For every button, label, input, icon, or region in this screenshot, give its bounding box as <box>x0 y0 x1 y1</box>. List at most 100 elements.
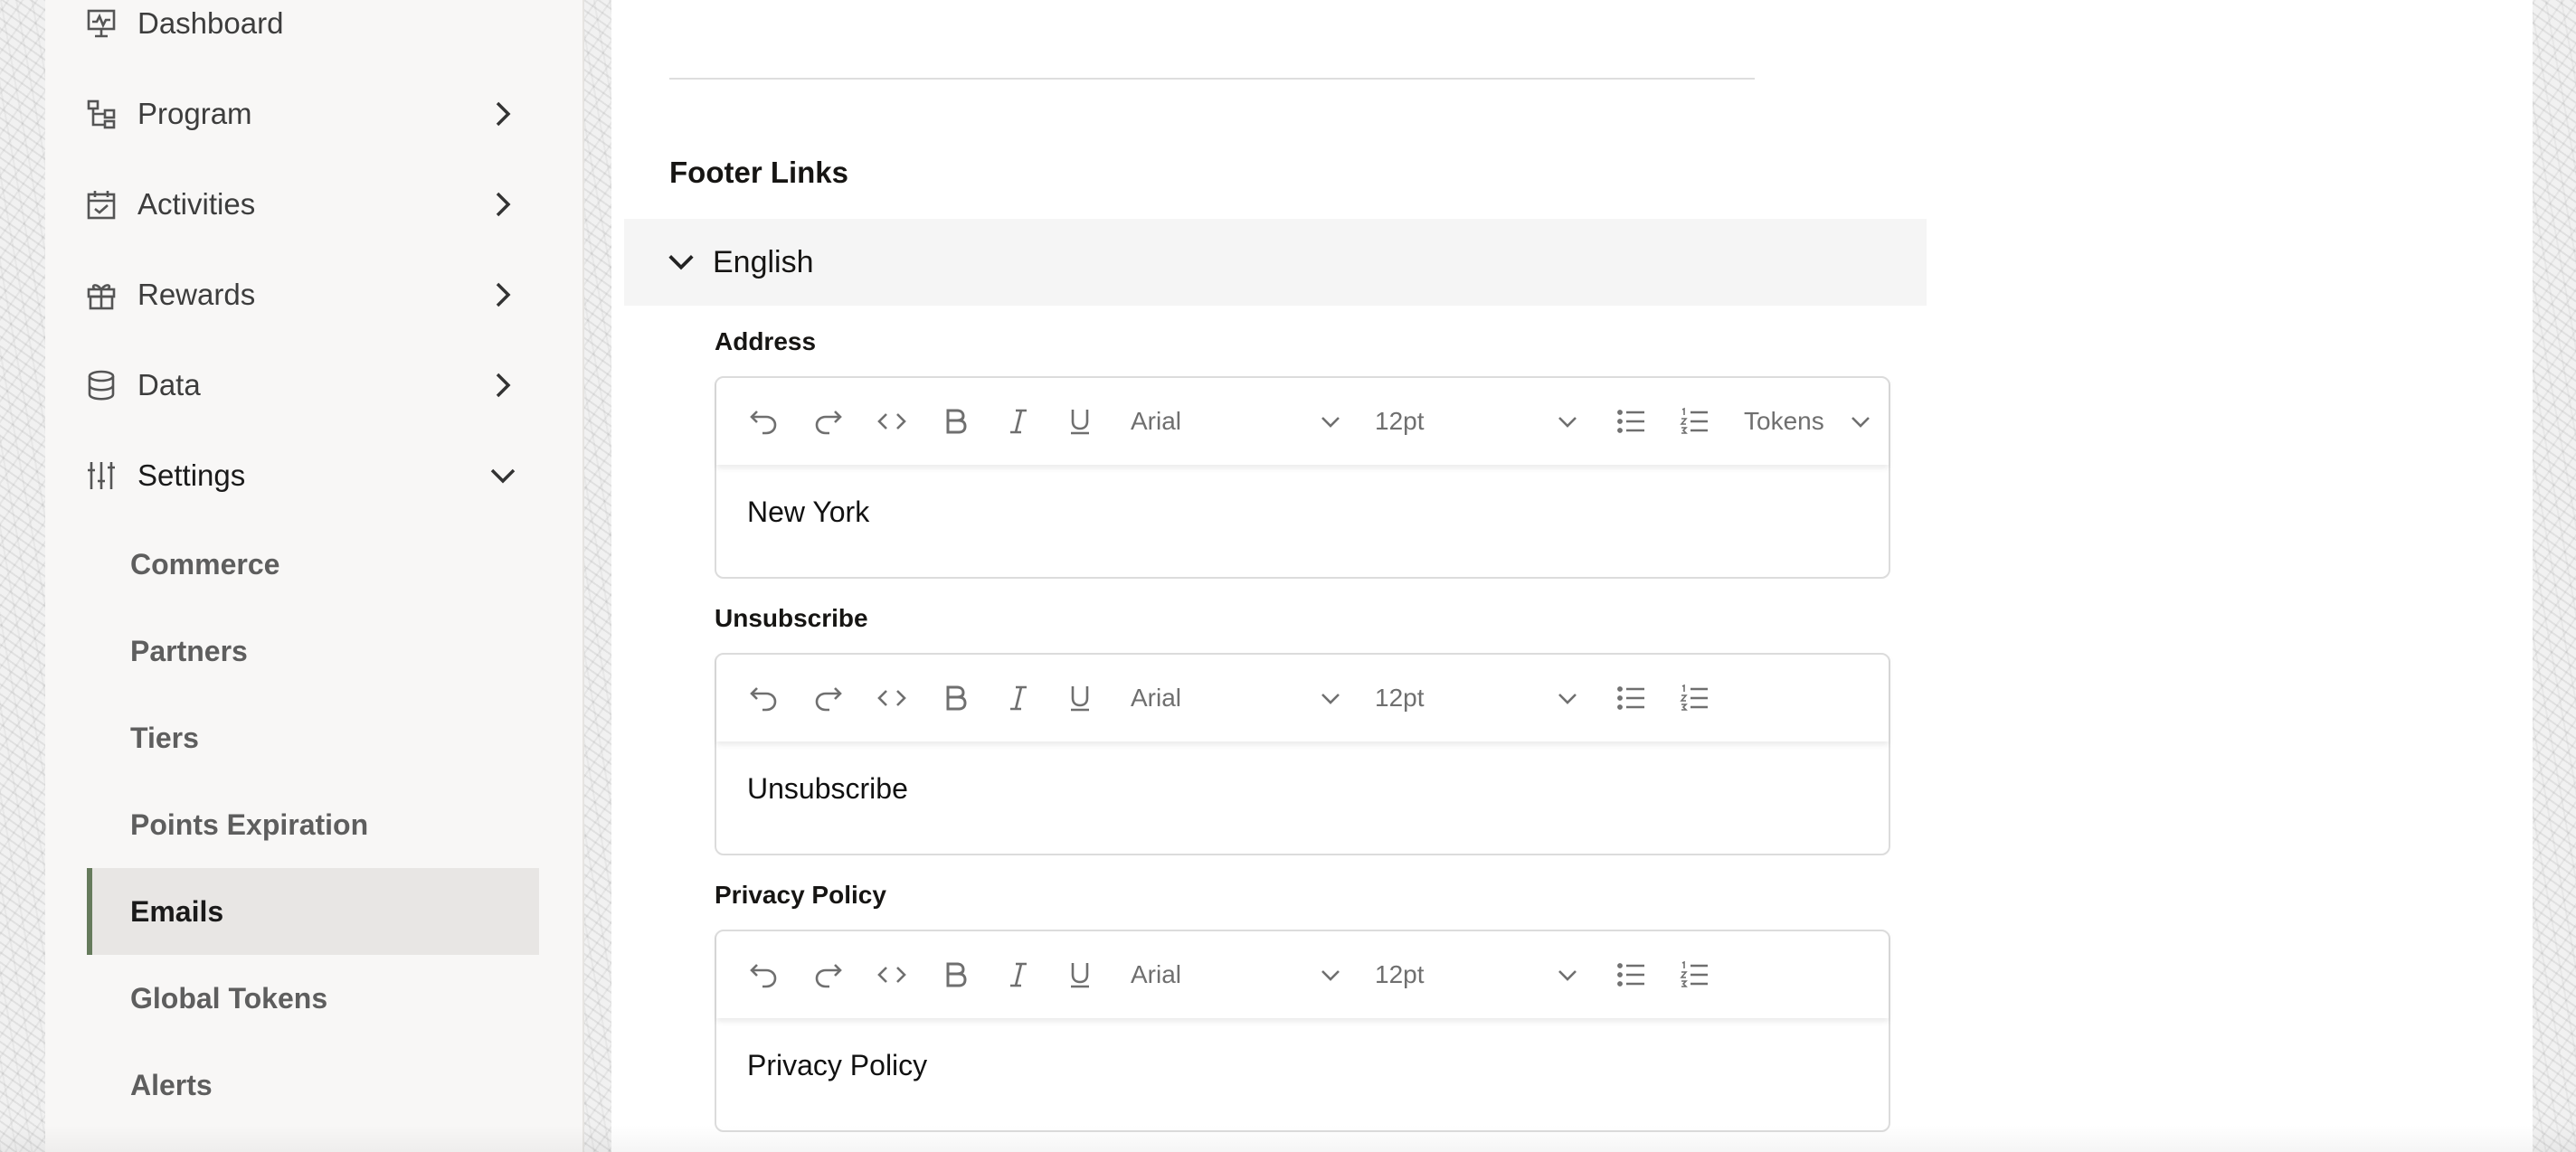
section-divider <box>669 78 1755 80</box>
sidebar-subitem-label: Commerce <box>130 547 280 581</box>
font-family-select[interactable]: Arial <box>1131 676 1348 720</box>
editor-content-address[interactable]: New York <box>747 496 869 529</box>
sidebar-item-label: Dashboard <box>137 6 284 40</box>
bullet-list-icon[interactable] <box>1615 958 1648 991</box>
chevron-right-icon <box>496 192 511 217</box>
redo-icon[interactable] <box>812 958 845 991</box>
sidebar-item-label: Rewards <box>137 278 256 311</box>
font-size-value: 12pt <box>1375 960 1425 988</box>
main-content: Footer Links English Address Arial 12pt <box>611 0 2533 1152</box>
rewards-icon <box>85 279 118 311</box>
chevron-right-icon <box>496 373 511 398</box>
sidebar-subitem-tiers[interactable]: Tiers <box>87 694 539 781</box>
sidebar-item-rewards[interactable]: Rewards <box>85 259 555 331</box>
sidebar-subitem-label: Tiers <box>130 721 199 754</box>
chevron-down-icon <box>1852 417 1870 428</box>
chevron-down-icon <box>1321 970 1340 981</box>
chevron-down-icon <box>1558 417 1577 428</box>
font-size-value: 12pt <box>1375 407 1425 435</box>
rich-text-editor-unsubscribe: Arial 12pt Unsubscribe <box>715 653 1890 855</box>
undo-icon[interactable] <box>747 682 780 714</box>
italic-icon[interactable] <box>1002 682 1035 714</box>
font-family-select[interactable]: Arial <box>1131 953 1348 996</box>
font-size-value: 12pt <box>1375 684 1425 712</box>
dashboard-icon <box>85 7 118 40</box>
bold-icon[interactable] <box>939 958 971 991</box>
sidebar-item-activities[interactable]: Activities <box>85 168 555 241</box>
editor-content-privacy-policy[interactable]: Privacy Policy <box>747 1049 927 1082</box>
section-title: Footer Links <box>669 156 849 189</box>
font-family-value: Arial <box>1131 960 1182 988</box>
bullet-list-icon[interactable] <box>1615 682 1648 714</box>
sidebar-item-label: Activities <box>137 187 256 221</box>
chevron-down-icon <box>490 468 516 484</box>
field-label-address: Address <box>715 327 817 355</box>
italic-icon[interactable] <box>1002 405 1035 438</box>
editor-toolbar: Arial 12pt <box>716 931 1889 1018</box>
underline-icon[interactable] <box>1064 958 1096 991</box>
sidebar-subitem-alerts[interactable]: Alerts <box>87 1042 539 1128</box>
code-icon[interactable] <box>876 405 908 438</box>
sidebar-subitem-label: Alerts <box>130 1068 213 1101</box>
redo-icon[interactable] <box>812 405 845 438</box>
field-label-privacy-policy: Privacy Policy <box>715 881 886 909</box>
sidebar-item-data[interactable]: Data <box>85 349 555 421</box>
accordion-english[interactable]: English <box>624 219 1927 306</box>
underline-icon[interactable] <box>1064 405 1096 438</box>
chevron-down-icon <box>1321 694 1340 704</box>
font-size-select[interactable]: 12pt <box>1375 400 1592 443</box>
tokens-label: Tokens <box>1744 407 1824 435</box>
sidebar-item-label: Data <box>137 368 201 401</box>
italic-icon[interactable] <box>1002 958 1035 991</box>
sidebar-subitem-label: Points Expiration <box>130 807 369 841</box>
sidebar-subitem-label: Emails <box>130 894 224 928</box>
settings-sliders-icon <box>85 459 118 492</box>
chevron-down-icon <box>668 255 694 270</box>
sidebar-subitem-global-tokens[interactable]: Global Tokens <box>87 955 539 1042</box>
redo-icon[interactable] <box>812 682 845 714</box>
editor-toolbar: Arial 12pt <box>716 655 1889 741</box>
sidebar-subitem-emails[interactable]: Emails <box>87 868 539 955</box>
editor-toolbar: Arial 12pt Tokens <box>716 378 1889 465</box>
chevron-down-icon <box>1321 417 1340 428</box>
sidebar-subitem-points-expiration[interactable]: Points Expiration <box>87 781 539 868</box>
editor-content-unsubscribe[interactable]: Unsubscribe <box>747 772 908 806</box>
bold-icon[interactable] <box>939 405 971 438</box>
sidebar-item-dashboard[interactable]: Dashboard <box>85 0 555 60</box>
font-size-select[interactable]: 12pt <box>1375 953 1592 996</box>
underline-icon[interactable] <box>1064 682 1096 714</box>
data-icon <box>85 369 118 401</box>
bullet-list-icon[interactable] <box>1615 405 1648 438</box>
bold-icon[interactable] <box>939 682 971 714</box>
chevron-right-icon <box>496 282 511 307</box>
rich-text-editor-address: Arial 12pt Tokens New York <box>715 376 1890 579</box>
numbered-list-icon[interactable] <box>1679 682 1711 714</box>
activities-icon <box>85 188 118 221</box>
sidebar-item-program[interactable]: Program <box>85 78 555 150</box>
font-family-value: Arial <box>1131 684 1182 712</box>
font-family-select[interactable]: Arial <box>1131 400 1348 443</box>
sidebar-item-label: Program <box>137 97 252 130</box>
sidebar-subitem-label: Partners <box>130 634 248 667</box>
font-size-select[interactable]: 12pt <box>1375 676 1592 720</box>
field-label-unsubscribe: Unsubscribe <box>715 604 868 632</box>
code-icon[interactable] <box>876 958 908 991</box>
numbered-list-icon[interactable] <box>1679 405 1711 438</box>
sidebar-subitem-label: Global Tokens <box>130 981 328 1015</box>
code-icon[interactable] <box>876 682 908 714</box>
sidebar-item-label: Settings <box>137 458 246 492</box>
bottom-shadow <box>0 1125 2576 1152</box>
sidebar-subitem-commerce[interactable]: Commerce <box>87 521 539 608</box>
rich-text-editor-privacy-policy: Arial 12pt Privacy Policy <box>715 930 1890 1132</box>
undo-icon[interactable] <box>747 405 780 438</box>
sidebar-subitem-partners[interactable]: Partners <box>87 608 539 694</box>
font-family-value: Arial <box>1131 407 1182 435</box>
undo-icon[interactable] <box>747 958 780 991</box>
program-icon <box>85 98 118 130</box>
accordion-label: English <box>713 244 814 279</box>
sidebar: Dashboard Program Activities Rewards Dat… <box>45 0 584 1152</box>
sidebar-item-settings[interactable]: Settings <box>85 439 555 512</box>
tokens-select[interactable]: Tokens <box>1744 400 1870 443</box>
numbered-list-icon[interactable] <box>1679 958 1711 991</box>
chevron-right-icon <box>496 101 511 127</box>
